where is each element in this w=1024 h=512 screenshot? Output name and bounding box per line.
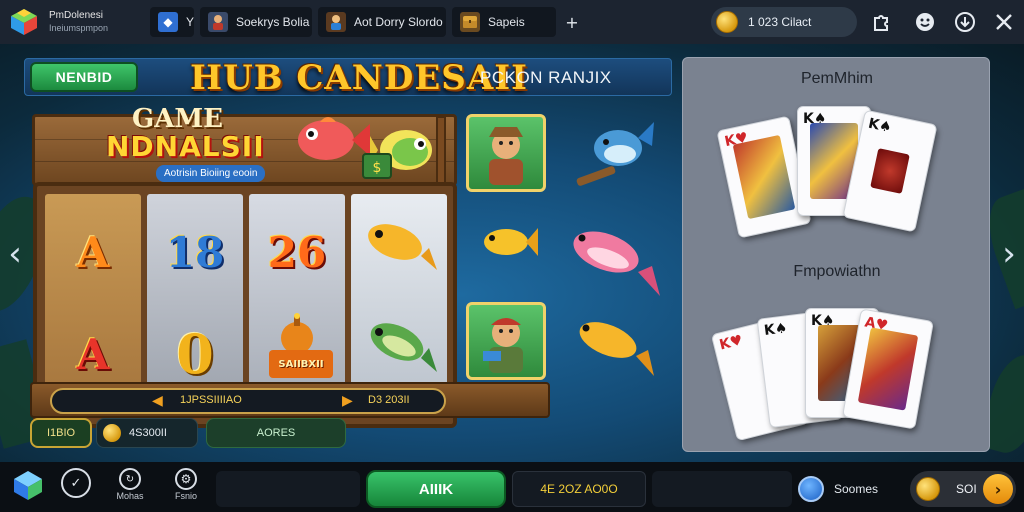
card-corner: K♠	[763, 320, 789, 340]
yellow-fish-icon	[579, 322, 654, 376]
tab-home-label: Y	[185, 15, 194, 29]
win-left-arrow: ◀	[152, 392, 163, 408]
smiley-icon[interactable]	[913, 10, 937, 34]
level-chip[interactable]: I1BIO	[30, 418, 92, 448]
win-left-text: 1JPSSIIIIAO	[180, 394, 242, 406]
win-right-arrow: ▶	[342, 392, 353, 408]
hub-title: HUB CANDESAII	[190, 58, 529, 98]
empty-field	[652, 471, 792, 507]
panel-title-top: PemMhim	[800, 70, 873, 87]
symbol-0: 0	[176, 322, 214, 386]
gear-icon: ⚙	[175, 468, 197, 490]
panel-subhead: PCKON RANJIX	[480, 68, 612, 87]
cube-app-icon[interactable]	[8, 468, 48, 508]
win-bar: ◀ 1JPSSIIIIAO ▶ D3 203II	[50, 388, 446, 414]
symbol-a: A	[76, 227, 110, 277]
game-stage: ‹ › NENBID HUB CANDESAII PCKON RANJIX GA…	[0, 44, 1024, 462]
pink-fish-icon	[573, 231, 660, 296]
tab-sapeis-label: Sapeis	[488, 15, 525, 29]
puzzle-icon[interactable]	[870, 10, 894, 34]
green-fish-icon	[370, 323, 437, 372]
sources-label: Soomes	[834, 482, 879, 496]
character-icon	[208, 12, 228, 32]
panel-title-bottom: Fmpowiathn	[793, 263, 881, 280]
fisherman-card-icon[interactable]	[466, 114, 546, 192]
reel-symbol: A	[45, 202, 141, 302]
coin-icon	[716, 11, 738, 33]
speed-gauge-icon[interactable]: ✓	[56, 468, 96, 508]
tab-aot-dorry-slordo-label: Aot Dorry Slordo	[354, 15, 443, 29]
info-field	[216, 471, 360, 507]
symbol-26: 26	[267, 227, 327, 277]
svg-text:$: $	[373, 160, 382, 176]
globe-icon	[798, 476, 824, 502]
settings-button[interactable]: ⚙ Fsnio	[166, 468, 206, 508]
app-logo-icon	[9, 7, 39, 37]
king-art-icon	[870, 148, 910, 194]
balance-pill[interactable]: SOI ›	[910, 471, 1016, 507]
fisherman-card-icon[interactable]	[466, 302, 546, 380]
blue-diamond-icon: ◆	[158, 12, 178, 32]
balance-label: SOI	[956, 482, 977, 496]
close-icon[interactable]	[992, 10, 1016, 34]
sources-button[interactable]: Soomes	[798, 472, 878, 506]
symbol-a: A	[76, 329, 110, 379]
menu-button[interactable]: NENBID	[30, 62, 138, 92]
blue-fish-icon	[576, 122, 654, 186]
credits-chip[interactable]: 4S300II	[96, 418, 198, 448]
scatter-symbol: SAIIBXII	[269, 350, 333, 378]
credits-label: 4S300II	[129, 427, 167, 439]
symbol-18: 18	[165, 227, 225, 277]
chest-icon	[460, 12, 480, 32]
settings-caption: Fsnio	[174, 491, 197, 501]
win-right-text: D3 203II	[368, 394, 410, 406]
download-icon[interactable]	[953, 10, 977, 34]
bet-display: 4E 2OZ AO0O	[512, 471, 646, 507]
coin-icon	[103, 424, 121, 442]
new-tab-button[interactable]: +	[560, 10, 584, 34]
bottom-toolbar: ✓ ↻ Mohas ⚙ Fsnio AIIIK 4E 2OZ AO0O Soom…	[0, 462, 1024, 512]
ace-art-icon	[857, 327, 919, 411]
slot-character-icon	[326, 12, 346, 32]
reel-symbol: 18	[147, 202, 243, 302]
spin-button[interactable]: AIIIK	[366, 470, 506, 508]
coin-icon	[916, 477, 940, 501]
moves-button[interactable]: ↻ Mohas	[110, 468, 150, 508]
yellow-fish-icon	[368, 224, 437, 270]
coin-balance-label: 1 023 Cilact	[748, 15, 812, 29]
game-logo-tagline: Aotrisin Bioiing eooin	[156, 165, 266, 182]
king-art-icon	[732, 134, 796, 220]
tab-soekrys-bolia-label: Soekrys Bolia	[236, 15, 310, 29]
moves-caption: Mohas	[116, 491, 144, 501]
title-bar: PmDolenesi Ineiumspmpon ◆ Y Soekrys Boli…	[0, 0, 1024, 44]
chevron-right-icon[interactable]: ›	[983, 474, 1013, 504]
tab-sapeis[interactable]: Sapeis	[452, 7, 556, 37]
right-panel: PemMhim Fmpowiathn K♥ K♠ K♠ K♥ K♠ K♠ A♥	[682, 57, 990, 452]
tab-home[interactable]: ◆ Y	[150, 7, 194, 37]
reel-symbol: 26	[249, 202, 345, 302]
game-logo-name: NDNALSII	[106, 130, 265, 163]
yellow-fish-icon	[484, 228, 538, 256]
tab-soekrys-bolia[interactable]: Soekrys Bolia	[200, 7, 312, 37]
card-corner: K♥	[717, 332, 745, 354]
card-corner: K♠	[866, 115, 893, 137]
bait-box-icon: $	[362, 153, 392, 179]
nav-left-arrow[interactable]: ‹	[4, 234, 26, 274]
mode-chip[interactable]: AORES	[206, 418, 346, 448]
nav-right-arrow[interactable]: ›	[998, 234, 1020, 274]
tab-aot-dorry-slordo[interactable]: Aot Dorry Slordo	[318, 7, 446, 37]
coin-balance-pill[interactable]: 1 023 Cilact	[711, 7, 857, 37]
